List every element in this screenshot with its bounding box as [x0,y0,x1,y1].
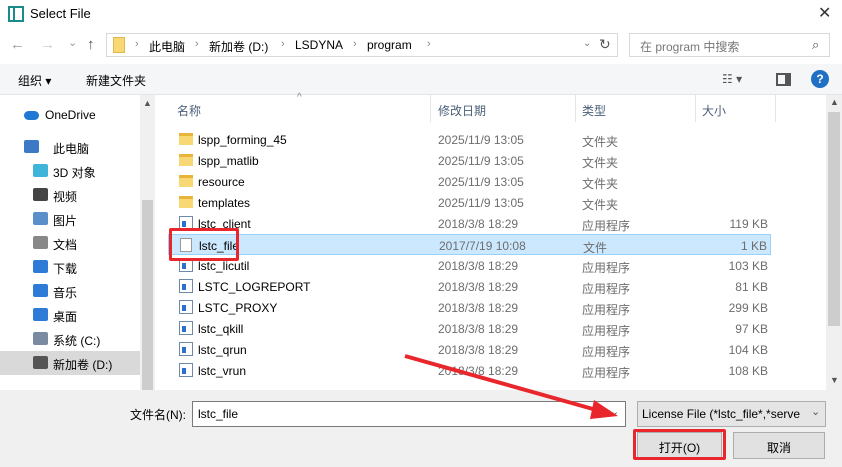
annotation-arrow [404,354,618,419]
